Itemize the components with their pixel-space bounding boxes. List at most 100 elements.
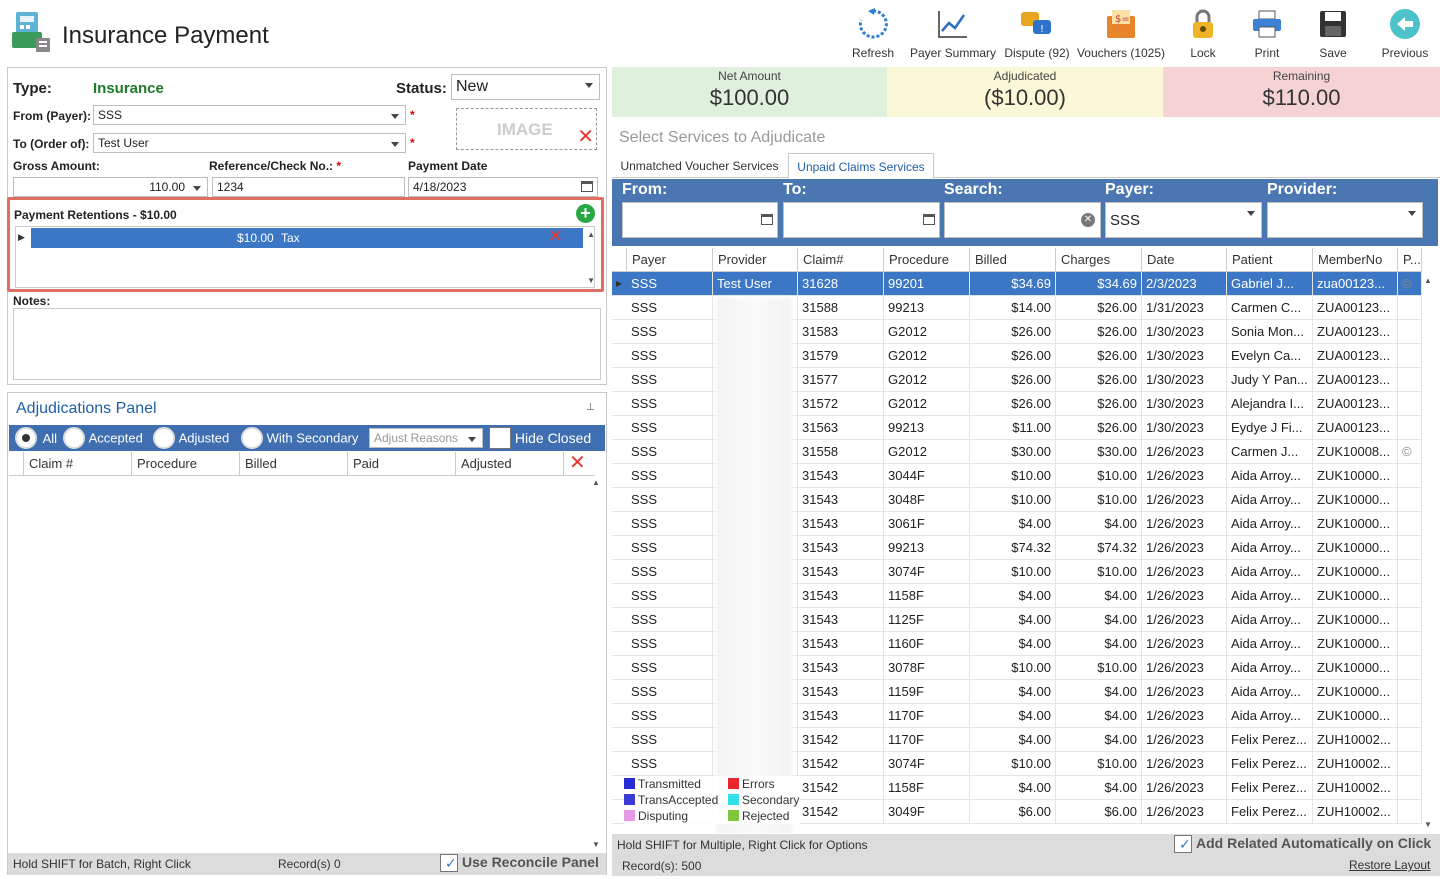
calendar-icon[interactable] xyxy=(923,214,935,225)
col-provider[interactable]: Provider xyxy=(713,248,798,272)
refresh-button[interactable]: Refresh xyxy=(838,6,908,64)
cell-billed: $11.00 xyxy=(970,416,1056,440)
col-date[interactable]: Date xyxy=(1142,248,1227,272)
expand-arrow-icon[interactable]: ▶ xyxy=(18,232,25,243)
cell-charges: $34.69 xyxy=(1056,272,1142,296)
save-button[interactable]: Save xyxy=(1298,6,1368,64)
scroll-down-icon[interactable]: ▼ xyxy=(592,840,600,849)
cell-date: 1/26/2023 xyxy=(1142,536,1227,560)
col-payer[interactable]: Payer xyxy=(627,248,713,272)
scroll-up-icon[interactable]: ▲ xyxy=(592,478,600,487)
calendar-icon[interactable] xyxy=(581,181,593,192)
cell-charges: $30.00 xyxy=(1056,440,1142,464)
previous-button[interactable]: Previous xyxy=(1370,6,1440,64)
status-legend: Transmitted Errors TransAccepted Seconda… xyxy=(624,776,800,824)
cell-payer: SSS xyxy=(627,752,713,776)
cell-memberno: ZUK10000... xyxy=(1313,680,1398,704)
hide-closed-toggle[interactable]: Hide Closed xyxy=(489,427,591,449)
to-order-select[interactable]: Test User xyxy=(93,133,406,153)
filter-accepted[interactable]: Accepted xyxy=(63,427,143,449)
payer-filter-select[interactable]: SSS xyxy=(1105,202,1262,238)
col-patient[interactable]: Patient xyxy=(1227,248,1313,272)
delete-retention-icon[interactable]: ✕ xyxy=(548,226,563,246)
add-retention-button[interactable]: + xyxy=(576,204,595,223)
copy-icon[interactable]: © xyxy=(1402,444,1412,459)
from-date-input[interactable] xyxy=(622,202,778,238)
payer-summary-button[interactable]: Payer Summary xyxy=(910,6,996,64)
cell-charges: $10.00 xyxy=(1056,560,1142,584)
search-input[interactable]: ✕ xyxy=(944,202,1101,238)
col-billed[interactable]: Billed xyxy=(240,452,348,476)
to-date-input[interactable] xyxy=(783,202,940,238)
cell-procedure: 99213 xyxy=(884,536,970,560)
table-row[interactable]: ▶ SSS Test User 31628 99201 $34.69 $34.69 2/3/2… xyxy=(612,272,1422,296)
col-adjusted[interactable]: Adjusted xyxy=(456,452,564,476)
col-billed[interactable]: Billed xyxy=(970,248,1056,272)
filter-all[interactable]: All xyxy=(15,427,57,449)
vouchers-button[interactable]: $= Vouchers (1025) xyxy=(1076,6,1166,64)
payment-date-label: Payment Date xyxy=(408,159,488,173)
retention-row[interactable]: $10.00 Tax ✕ xyxy=(31,226,583,248)
remaining-value: $110.00 xyxy=(1262,85,1341,110)
cell-procedure: G2012 xyxy=(884,320,970,344)
payer-filter-label: Payer: xyxy=(1105,181,1154,198)
notes-textarea[interactable] xyxy=(13,308,601,380)
filter-with-secondary[interactable]: With Secondary xyxy=(241,427,358,449)
reference-input[interactable]: 1234 xyxy=(212,177,405,197)
cell-patient: Aida Arroy... xyxy=(1227,608,1313,632)
to-order-label: To (Order of): xyxy=(13,137,90,151)
cell-date: 1/30/2023 xyxy=(1142,368,1227,392)
cell-charges: $4.00 xyxy=(1056,584,1142,608)
remaining-card: Remaining $110.00 xyxy=(1163,67,1440,117)
remove-image-icon[interactable]: ✕ xyxy=(577,124,594,149)
col-p[interactable]: P... xyxy=(1398,248,1422,272)
image-dropzone[interactable]: IMAGE ✕ xyxy=(456,108,597,150)
cell-memberno: ZUK10000... xyxy=(1313,632,1398,656)
cell-date: 1/26/2023 xyxy=(1142,560,1227,584)
scroll-up-icon[interactable]: ▲ xyxy=(1424,276,1432,285)
pin-icon[interactable]: ⊥ xyxy=(586,402,595,413)
cell-procedure: 1170F xyxy=(884,728,970,752)
gross-amount-input[interactable]: 110.00 xyxy=(13,177,208,197)
status-select[interactable]: New xyxy=(451,74,600,100)
lock-button[interactable]: Lock xyxy=(1168,6,1238,64)
cell-memberno: ZUA00123... xyxy=(1313,296,1398,320)
tab-unmatched-voucher[interactable]: Unmatched Voucher Services xyxy=(612,153,787,178)
use-reconcile-checkbox[interactable]: ✓ Use Reconcile Panel xyxy=(440,854,599,873)
from-payer-select[interactable]: SSS xyxy=(93,105,406,125)
col-procedure[interactable]: Procedure xyxy=(884,248,970,272)
payment-date-input[interactable]: 4/18/2023 xyxy=(408,177,598,197)
tab-unpaid-claims[interactable]: Unpaid Claims Services xyxy=(788,153,934,179)
cell-billed: $26.00 xyxy=(970,320,1056,344)
col-memberno[interactable]: MemberNo xyxy=(1313,248,1398,272)
col-claim[interactable]: Claim # xyxy=(24,452,132,476)
cell-patient: Sonia Mon... xyxy=(1227,320,1313,344)
adjust-reasons-select[interactable]: Adjust Reasons xyxy=(369,428,483,448)
clear-adjudications-icon[interactable]: ✕ xyxy=(569,450,586,475)
dispute-button[interactable]: ! Dispute (92) xyxy=(1002,6,1072,64)
scroll-down-icon[interactable]: ▼ xyxy=(1424,820,1432,829)
provider-filter-select[interactable] xyxy=(1267,202,1423,238)
clear-search-icon[interactable]: ✕ xyxy=(1081,213,1095,227)
calendar-icon[interactable] xyxy=(761,214,773,225)
restore-layout-link[interactable]: Restore Layout xyxy=(1349,858,1430,872)
filter-adjusted[interactable]: Adjusted xyxy=(153,427,229,449)
image-placeholder-label: IMAGE xyxy=(497,120,553,139)
print-button[interactable]: Print xyxy=(1232,6,1302,64)
services-status-bar: Hold SHIFT for Multiple, Right Click for… xyxy=(612,834,1440,876)
copy-icon[interactable]: © xyxy=(1402,276,1412,291)
col-paid[interactable]: Paid xyxy=(348,452,456,476)
cell-claim: 31542 xyxy=(798,752,884,776)
cell-procedure: G2012 xyxy=(884,368,970,392)
cell-p xyxy=(1398,680,1422,704)
col-charges[interactable]: Charges xyxy=(1056,248,1142,272)
scroll-down-icon[interactable]: ▼ xyxy=(587,276,595,285)
cell-payer: SSS xyxy=(627,680,713,704)
col-claim[interactable]: Claim# xyxy=(798,248,884,272)
cell-procedure: 1159F xyxy=(884,680,970,704)
dispute-label: Dispute (92) xyxy=(1004,46,1070,60)
cell-procedure: 1125F xyxy=(884,608,970,632)
scroll-up-icon[interactable]: ▲ xyxy=(587,230,595,239)
col-procedure[interactable]: Procedure xyxy=(132,452,240,476)
add-related-checkbox[interactable]: ✓ Add Related Automatically on Click xyxy=(1174,835,1431,854)
